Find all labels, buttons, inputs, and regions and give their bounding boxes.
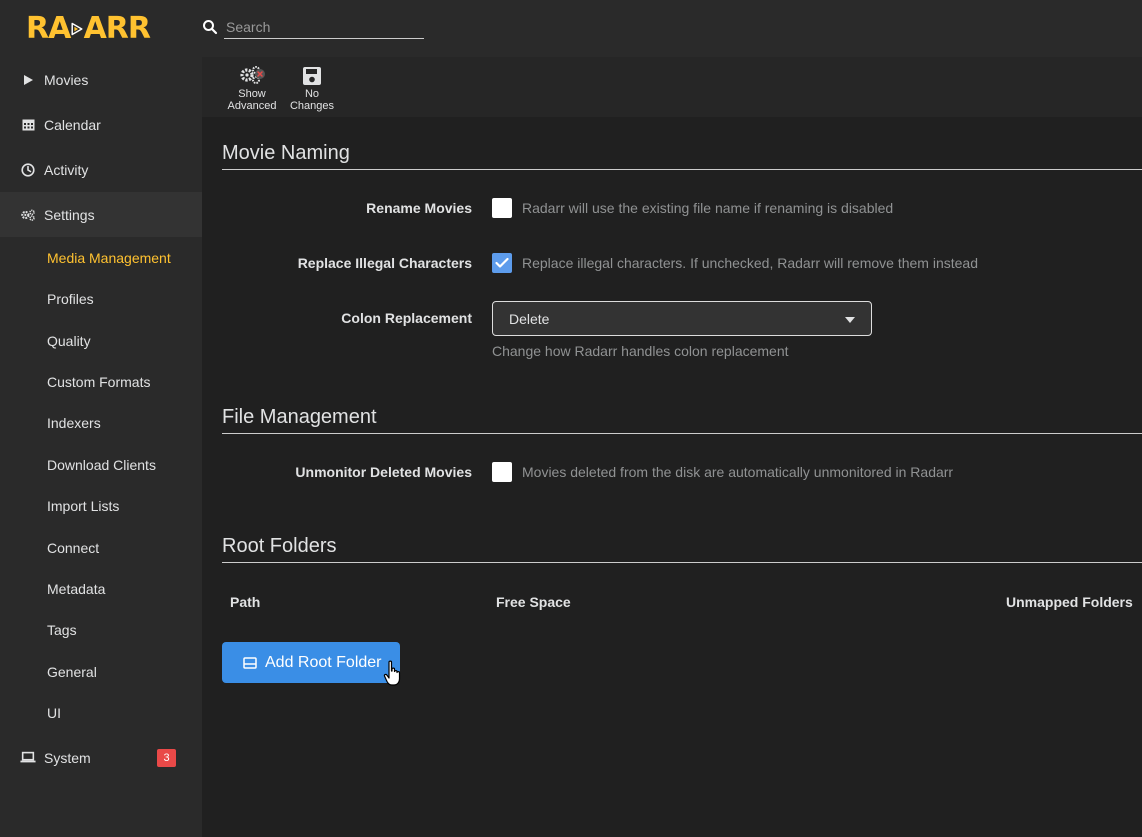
replace-illegal-help: Replace illegal characters. If unchecked… bbox=[522, 255, 978, 271]
rename-movies-label: Rename Movies bbox=[366, 200, 472, 216]
save-icon bbox=[303, 67, 321, 85]
colon-replacement-value: Delete bbox=[509, 310, 550, 327]
sidebar-sub-ui[interactable]: UI bbox=[47, 703, 61, 723]
logo-text-left: RA bbox=[26, 11, 71, 46]
sidebar-sub-indexers[interactable]: Indexers bbox=[47, 413, 101, 433]
no-changes-label-1: No bbox=[304, 88, 320, 100]
show-advanced-label-2: Advanced bbox=[227, 100, 277, 112]
no-changes-button[interactable]: No Changes bbox=[282, 65, 342, 112]
top-bar: RA ARR bbox=[0, 0, 1142, 57]
sidebar-sub-metadata[interactable]: Metadata bbox=[47, 579, 105, 599]
sidebar-item-settings[interactable]: Settings bbox=[0, 192, 202, 237]
sidebar-item-activity[interactable]: Activity bbox=[0, 147, 202, 192]
search-input[interactable] bbox=[224, 15, 424, 39]
page-toolbar: Show Advanced No Changes bbox=[202, 57, 1142, 117]
laptop-icon bbox=[20, 750, 36, 766]
sidebar-item-label: Settings bbox=[44, 206, 95, 223]
sidebar-sub-profiles[interactable]: Profiles bbox=[47, 289, 94, 309]
gears-icon bbox=[20, 207, 36, 223]
sidebar-item-label: Activity bbox=[44, 161, 89, 178]
file-management-title: File Management bbox=[222, 406, 1142, 434]
logo-text-right: ARR bbox=[83, 11, 151, 46]
rename-movies-checkbox[interactable] bbox=[492, 198, 512, 218]
sidebar-item-calendar[interactable]: Calendar bbox=[0, 102, 202, 147]
sidebar: Movies Calendar Activity Settings Media … bbox=[0, 57, 202, 837]
no-changes-label-2: Changes bbox=[289, 100, 335, 112]
sidebar-sub-quality[interactable]: Quality bbox=[47, 331, 91, 351]
caret-down-icon bbox=[845, 317, 855, 323]
rename-movies-help: Radarr will use the existing file name i… bbox=[522, 200, 894, 216]
replace-illegal-label: Replace Illegal Characters bbox=[297, 255, 472, 271]
colon-replacement-select[interactable]: Delete bbox=[492, 301, 872, 336]
drive-icon bbox=[243, 656, 257, 669]
sidebar-sub-general[interactable]: General bbox=[47, 662, 97, 682]
clock-icon bbox=[20, 162, 36, 178]
sidebar-sub-download-clients[interactable]: Download Clients bbox=[47, 455, 156, 475]
sidebar-item-movies[interactable]: Movies bbox=[0, 57, 202, 102]
unmonitor-deleted-help: Movies deleted from the disk are automat… bbox=[522, 464, 954, 480]
search-icon bbox=[203, 20, 218, 35]
sidebar-sub-custom-formats[interactable]: Custom Formats bbox=[47, 372, 150, 392]
show-advanced-button[interactable]: Show Advanced bbox=[222, 65, 282, 112]
search-box bbox=[202, 15, 424, 39]
add-root-folder-button[interactable]: Add Root Folder bbox=[222, 642, 400, 683]
sidebar-sub-import-lists[interactable]: Import Lists bbox=[47, 496, 119, 516]
column-header-unmapped-folders: Unmapped Folders bbox=[1006, 594, 1133, 610]
add-root-folder-label: Add Root Folder bbox=[265, 653, 382, 671]
hand-cursor-icon bbox=[383, 660, 401, 686]
column-header-free-space: Free Space bbox=[496, 594, 571, 610]
root-folders-title: Root Folders bbox=[222, 535, 1142, 563]
sidebar-sub-tags[interactable]: Tags bbox=[47, 620, 77, 640]
sidebar-item-label: Calendar bbox=[44, 116, 101, 133]
colon-replacement-help: Change how Radarr handles colon replacem… bbox=[492, 343, 789, 359]
sidebar-item-label: Movies bbox=[44, 71, 89, 88]
sidebar-sub-connect[interactable]: Connect bbox=[47, 538, 99, 558]
advanced-settings-icon bbox=[240, 66, 265, 84]
radarr-logo[interactable]: RA ARR bbox=[26, 10, 151, 48]
play-icon bbox=[20, 72, 36, 88]
calendar-icon bbox=[20, 117, 36, 133]
column-header-path: Path bbox=[230, 594, 261, 610]
replace-illegal-checkbox[interactable] bbox=[492, 253, 512, 273]
sidebar-item-label: System bbox=[44, 749, 91, 766]
movie-naming-title: Movie Naming bbox=[222, 142, 1142, 170]
unmonitor-deleted-checkbox[interactable] bbox=[492, 462, 512, 482]
colon-replacement-label: Colon Replacement bbox=[341, 310, 472, 326]
show-advanced-label-1: Show bbox=[238, 88, 266, 100]
check-icon bbox=[495, 257, 509, 268]
system-badge: 3 bbox=[157, 749, 176, 767]
unmonitor-deleted-label: Unmonitor Deleted Movies bbox=[295, 464, 472, 480]
sidebar-sub-media-management[interactable]: Media Management bbox=[47, 248, 171, 268]
logo-play-icon bbox=[71, 22, 83, 36]
